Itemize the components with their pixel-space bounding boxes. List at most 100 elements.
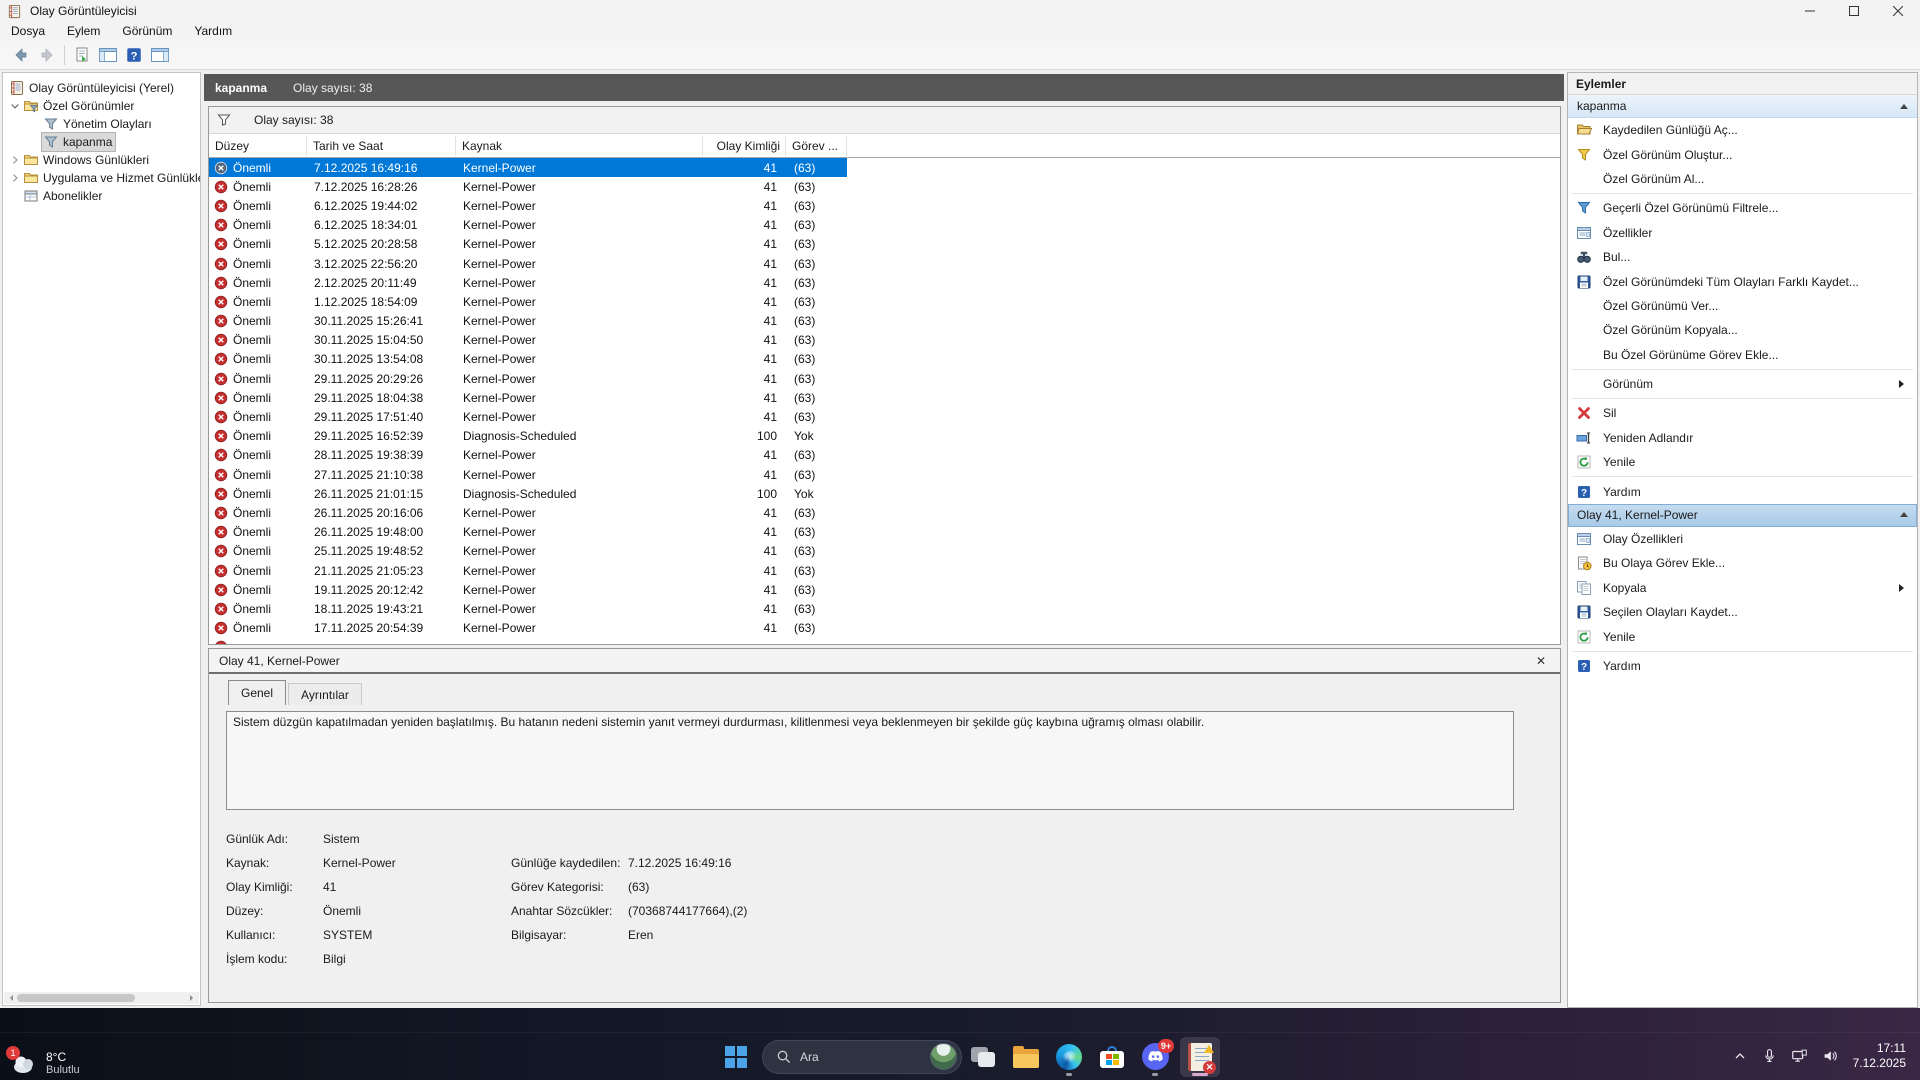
maximize-button[interactable] [1832,0,1876,22]
tree-item-abonelikler[interactable]: Abonelikler [3,187,200,205]
clock-widget[interactable]: 17:11 7.12.2025 [1853,1041,1906,1071]
menu-grnm[interactable]: Görünüm [111,22,183,41]
event-row[interactable]: Önemli26.11.2025 21:01:15Diagnosis-Sched… [209,484,847,503]
action-bu-olaya-g-rev-ekle[interactable]: Bu Olaya Görev Ekle... [1568,551,1917,575]
event-row[interactable]: Önemli6.12.2025 18:34:01Kernel-Power41(6… [209,216,847,235]
event-row[interactable]: Önemli28.11.2025 19:38:39Kernel-Power41(… [209,446,847,465]
tray-overflow-chevron-icon[interactable] [1725,1032,1755,1080]
column-header-tarih-ve-saat[interactable]: Tarih ve Saat [307,134,456,158]
tree-item-windows-g-nl-kleri[interactable]: Windows Günlükleri [3,151,200,169]
discord-button[interactable]: 9+ [1135,1037,1175,1077]
network-icon[interactable] [1785,1032,1815,1080]
event-row[interactable]: Önemli29.11.2025 20:29:26Kernel-Power41(… [209,369,847,388]
action-bu-zel-g-r-n-me-g-rev-ekle[interactable]: Bu Özel Görünüme Görev Ekle... [1568,343,1917,367]
column-header-olay-kimli-i[interactable]: Olay Kimliği [703,134,786,158]
event-row[interactable]: Önemli18.11.2025 19:43:21Kernel-Power41(… [209,599,847,618]
event-row-partial[interactable] [209,638,847,645]
scroll-left-arrow[interactable] [7,995,13,1001]
minimize-button[interactable] [1788,0,1832,22]
search-highlight-image[interactable] [930,1043,957,1070]
action-ge-erli-zel-g-r-n-m-filtrele[interactable]: Geçerli Özel Görünümü Filtrele... [1568,196,1917,220]
action--zel-g-r-n-mdeki-t-m-olaylar-farkl-kaydet[interactable]: Özel Görünümdeki Tüm Olayları Farklı Kay… [1568,269,1917,293]
search-input[interactable]: Ara [762,1040,962,1074]
event-row[interactable]: Önemli2.12.2025 20:11:49Kernel-Power41(6… [209,273,847,292]
event-row[interactable]: Önemli26.11.2025 19:48:00Kernel-Power41(… [209,523,847,542]
tab-ayr-nt-lar[interactable]: Ayrıntılar [288,683,362,705]
close-button[interactable] [1876,0,1920,22]
column-header-kaynak[interactable]: Kaynak [456,134,703,158]
action-yard-m[interactable]: ?Yardım [1568,654,1917,678]
action-olay-zellikleri[interactable]: Olay Özellikleri [1568,527,1917,551]
tree-expander-down[interactable] [8,99,22,113]
event-row[interactable]: Önemli19.11.2025 20:12:42Kernel-Power41(… [209,580,847,599]
action-se-ilen-olaylar-kaydet[interactable]: Seçilen Olayları Kaydet... [1568,600,1917,624]
event-row[interactable]: Önemli27.11.2025 21:10:38Kernel-Power41(… [209,465,847,484]
event-description[interactable]: Sistem düzgün kapatılmadan yeniden başla… [226,711,1514,810]
action-kopyala[interactable]: Kopyala [1568,576,1917,600]
tree-item-uygulama-ve-hizmet-g-nl-kleri[interactable]: Uygulama ve Hizmet Günlükleri [3,169,200,187]
action-g-r-n-m[interactable]: Görünüm [1568,372,1917,396]
tree-horizontal-scrollbar[interactable] [4,992,199,1004]
collapse-chevron-icon[interactable] [1900,508,1908,517]
event-row[interactable]: Önemli21.11.2025 21:05:23Kernel-Power41(… [209,561,847,580]
action--zel-g-r-n-m-ver[interactable]: Özel Görünümü Ver... [1568,294,1917,318]
event-row[interactable]: Önemli3.12.2025 22:56:20Kernel-Power41(6… [209,254,847,273]
tree-expander-right[interactable] [8,171,22,185]
column-header-g-rev-[interactable]: Görev ... [786,134,847,158]
event-row[interactable]: Önemli1.12.2025 18:54:09Kernel-Power41(6… [209,292,847,311]
export-list-button[interactable] [69,43,95,67]
show-action-pane-button[interactable] [147,43,173,67]
tree-expander-right[interactable] [8,153,22,167]
action-yeniden-adland-r[interactable]: Yeniden Adlandır [1568,426,1917,450]
event-row[interactable]: Önemli30.11.2025 15:04:50Kernel-Power41(… [209,331,847,350]
action--zel-g-r-n-m-al[interactable]: Özel Görünüm Al... [1568,167,1917,191]
action-yenile[interactable]: Yenile [1568,450,1917,474]
event-row[interactable]: Önemli6.12.2025 19:44:02Kernel-Power41(6… [209,196,847,215]
action-kaydedilen-g-nl-a[interactable]: Kaydedilen Günlüğü Aç... [1568,118,1917,142]
event-row[interactable]: Önemli29.11.2025 16:52:39Diagnosis-Sched… [209,427,847,446]
tree-item--zel-g-r-n-mler[interactable]: Özel Görünümler [3,97,200,115]
event-row[interactable]: Önemli17.11.2025 20:54:39Kernel-Power41(… [209,619,847,638]
edge-button[interactable] [1049,1037,1089,1077]
event-row[interactable]: Önemli7.12.2025 16:28:26Kernel-Power41(6… [209,177,847,196]
event-row[interactable]: Önemli29.11.2025 18:04:38Kernel-Power41(… [209,388,847,407]
scroll-right-arrow[interactable] [190,995,196,1001]
action--zellikler[interactable]: Özellikler [1568,221,1917,245]
task-view-button[interactable] [963,1037,1003,1077]
event-row[interactable]: Önemli7.12.2025 16:49:16Kernel-Power41(6… [209,158,847,177]
event-row[interactable]: Önemli30.11.2025 15:26:41Kernel-Power41(… [209,312,847,331]
scrollbar-thumb[interactable] [17,994,135,1002]
action-yenile[interactable]: Yenile [1568,624,1917,648]
start-button[interactable] [716,1037,756,1077]
menu-eylem[interactable]: Eylem [56,22,111,41]
file-explorer-button[interactable] [1006,1037,1046,1077]
tab-genel[interactable]: Genel [228,680,286,705]
actions-section-header-kapanma[interactable]: kapanma [1568,95,1917,118]
action-sil[interactable]: Sil [1568,401,1917,425]
action-yard-m[interactable]: ?Yardım [1568,479,1917,503]
event-row[interactable]: Önemli5.12.2025 20:28:58Kernel-Power41(6… [209,235,847,254]
action--zel-g-r-n-m-olu-tur[interactable]: Özel Görünüm Oluştur... [1568,142,1917,166]
detail-close-icon[interactable]: ✕ [1532,654,1550,668]
event-row[interactable]: Önemli26.11.2025 20:16:06Kernel-Power41(… [209,503,847,522]
tree-item-y-netim-olaylar-[interactable]: Yönetim Olayları [3,115,200,133]
action--zel-g-r-n-m-kopyala[interactable]: Özel Görünüm Kopyala... [1568,318,1917,342]
event-row[interactable]: Önemli29.11.2025 17:51:40Kernel-Power41(… [209,407,847,426]
help-toolbar-button[interactable]: ? [121,43,147,67]
tree-item-olay-g-r-nt-leyicisi-yerel-[interactable]: Olay Görüntüleyicisi (Yerel) [3,79,200,97]
volume-icon[interactable] [1815,1032,1845,1080]
tree-item-kapanma[interactable]: kapanma [3,133,200,151]
menu-yardm[interactable]: Yardım [183,22,243,41]
collapse-chevron-icon[interactable] [1900,100,1908,109]
column-header-d-zey[interactable]: Düzey [209,134,307,158]
event-row[interactable]: Önemli25.11.2025 19:48:52Kernel-Power41(… [209,542,847,561]
actions-section-header-olay-41-kernel-power[interactable]: Olay 41, Kernel-Power [1568,504,1917,527]
microphone-icon[interactable] [1755,1032,1785,1080]
show-console-tree-button[interactable] [95,43,121,67]
back-button[interactable] [8,43,34,67]
action-bul[interactable]: Bul... [1568,245,1917,269]
microsoft-store-button[interactable] [1092,1037,1132,1077]
forward-button[interactable] [34,43,60,67]
weather-widget[interactable]: 1 8°C Bulutlu [10,1050,80,1076]
event-row[interactable]: Önemli30.11.2025 13:54:08Kernel-Power41(… [209,350,847,369]
